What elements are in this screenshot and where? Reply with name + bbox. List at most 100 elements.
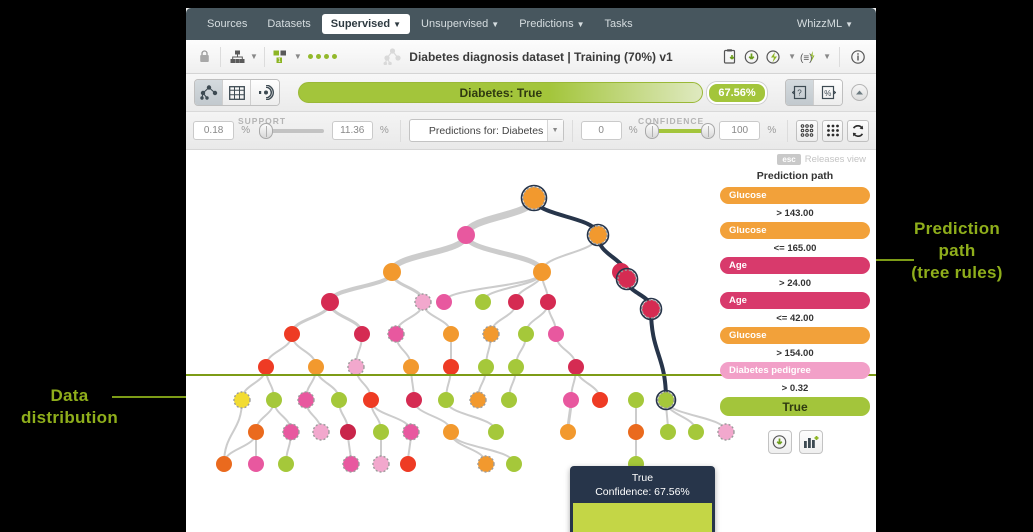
tree-node[interactable] <box>438 392 454 408</box>
tree-node[interactable] <box>533 263 551 281</box>
tree-node[interactable] <box>469 391 487 409</box>
slider-knob-min[interactable] <box>259 122 274 139</box>
tree-canvas[interactable]: esc Releases view True Confidence: 67.56… <box>186 150 876 532</box>
tree-node[interactable] <box>266 392 282 408</box>
help-panel-icon[interactable]: ? <box>786 80 814 105</box>
tree-node[interactable] <box>588 225 608 245</box>
info-icon[interactable] <box>848 47 868 67</box>
tree-node[interactable] <box>501 392 517 408</box>
chart-add-icon[interactable] <box>798 430 823 454</box>
prediction-rule-field[interactable]: Glucose <box>720 187 870 204</box>
tree-node[interactable] <box>560 424 576 440</box>
tree-node[interactable] <box>406 392 422 408</box>
prediction-result-bar[interactable]: Diabetes: True <box>298 82 704 103</box>
tree-node[interactable] <box>342 455 360 473</box>
tree-node[interactable] <box>347 358 365 376</box>
tree-node[interactable] <box>403 359 419 375</box>
tree-node[interactable] <box>216 456 232 472</box>
tree-node[interactable] <box>475 294 491 310</box>
tree-node[interactable] <box>568 359 584 375</box>
percent-panel-icon[interactable]: % <box>814 80 842 105</box>
tree-node[interactable] <box>477 455 495 473</box>
script-flash-icon[interactable]: (≡) <box>798 47 818 67</box>
tree-node[interactable] <box>248 424 264 440</box>
tree-node[interactable] <box>354 326 370 342</box>
nav-item-tasks[interactable]: Tasks <box>596 14 642 34</box>
tree-node[interactable] <box>688 424 704 440</box>
tree-node[interactable] <box>363 392 379 408</box>
cloud-download-icon[interactable] <box>741 47 761 67</box>
tree-node[interactable] <box>488 424 504 440</box>
tree-node[interactable] <box>508 359 524 375</box>
tree-node[interactable] <box>592 392 608 408</box>
tree-node[interactable] <box>540 294 556 310</box>
tree-node[interactable] <box>387 325 405 343</box>
tree-node[interactable] <box>372 455 390 473</box>
tree-node[interactable] <box>312 423 330 441</box>
nav-item-whizzml[interactable]: WhizzML ▼ <box>788 14 862 34</box>
chevron-down-icon[interactable]: ▼ <box>788 52 796 61</box>
tree-node[interactable] <box>258 359 274 375</box>
prediction-rule-field[interactable]: Age <box>720 292 870 309</box>
tree-node[interactable] <box>617 269 637 289</box>
lock-icon[interactable] <box>194 47 214 67</box>
prediction-rule-field[interactable]: Diabetes pedigree <box>720 362 870 379</box>
model-config-icon[interactable]: 1 <box>271 47 291 67</box>
refresh-icon[interactable] <box>847 119 869 142</box>
tree-node[interactable] <box>641 299 661 319</box>
tree-node[interactable] <box>414 293 432 311</box>
tree-node[interactable] <box>443 359 459 375</box>
tree-view-icon[interactable] <box>195 80 223 105</box>
confidence-slider[interactable] <box>644 121 716 141</box>
tree-node[interactable] <box>482 325 500 343</box>
chevron-down-icon[interactable]: ▼ <box>546 120 563 141</box>
tree-node[interactable] <box>248 456 264 472</box>
sunburst-view-icon[interactable] <box>251 80 279 105</box>
tree-node[interactable] <box>518 326 534 342</box>
tree-node[interactable] <box>563 392 579 408</box>
slider-knob-min[interactable] <box>644 122 659 139</box>
tree-node[interactable] <box>402 423 420 441</box>
prediction-rule-outcome[interactable]: True <box>720 397 870 416</box>
tree-node[interactable] <box>308 359 324 375</box>
tree-node[interactable] <box>628 424 644 440</box>
tree-node[interactable] <box>383 263 401 281</box>
tree-node[interactable] <box>340 424 356 440</box>
tree-node[interactable] <box>443 326 459 342</box>
download-prediction-icon[interactable] <box>767 430 792 454</box>
chevron-down-icon[interactable]: ▼ <box>823 52 831 61</box>
field-select[interactable]: Predictions for: Diabetes ▼ <box>408 119 564 142</box>
collapse-icon[interactable] <box>851 84 868 101</box>
nav-item-unsupervised[interactable]: Unsupervised ▼ <box>412 14 508 34</box>
tree-node[interactable] <box>282 423 300 441</box>
support-min-input[interactable]: 0.18 <box>193 121 235 140</box>
sparse-grid-icon[interactable] <box>796 119 818 142</box>
tree-node[interactable] <box>628 392 644 408</box>
nav-item-datasets[interactable]: Datasets <box>258 14 319 34</box>
tree-node[interactable] <box>331 392 347 408</box>
flash-batch-icon[interactable] <box>763 47 783 67</box>
nav-item-supervised[interactable]: Supervised ▼ <box>321 14 411 34</box>
chevron-down-icon[interactable]: ▼ <box>250 52 258 61</box>
chevron-down-icon[interactable]: ▼ <box>294 52 302 61</box>
tree-node[interactable] <box>457 226 475 244</box>
tree-node[interactable] <box>284 326 300 342</box>
tree-node[interactable] <box>321 293 339 311</box>
prediction-rule-field[interactable]: Age <box>720 257 870 274</box>
tree-node[interactable] <box>297 391 315 409</box>
tree-node[interactable] <box>657 391 675 409</box>
tree-node[interactable] <box>436 294 452 310</box>
table-view-icon[interactable] <box>223 80 251 105</box>
prediction-rule-field[interactable]: Glucose <box>720 222 870 239</box>
tree-node[interactable] <box>660 424 676 440</box>
tree-node[interactable] <box>373 424 389 440</box>
tree-node[interactable] <box>478 359 494 375</box>
nav-item-sources[interactable]: Sources <box>198 14 256 34</box>
dense-grid-icon[interactable] <box>821 119 844 142</box>
confidence-min-input[interactable]: 0 <box>580 121 622 140</box>
support-slider[interactable] <box>257 121 328 141</box>
tree-node[interactable] <box>400 456 416 472</box>
tree-node[interactable] <box>548 326 564 342</box>
nav-item-predictions[interactable]: Predictions ▼ <box>510 14 593 34</box>
decision-tree-icon[interactable] <box>227 47 247 67</box>
